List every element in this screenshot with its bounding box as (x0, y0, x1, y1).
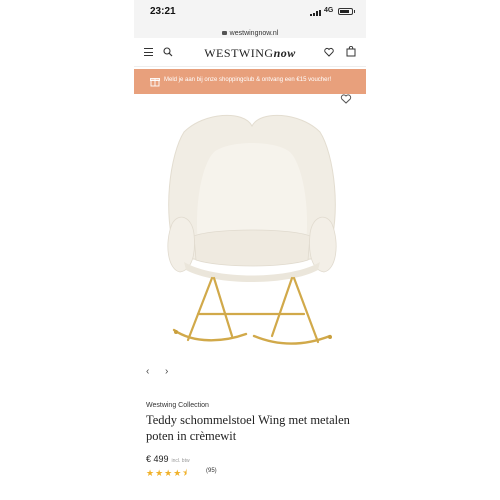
product-price: € 499 incl. btw (146, 454, 190, 464)
lock-icon (221, 31, 227, 35)
brand-name: WESTWING (204, 46, 274, 60)
product-details: Westwing Collection Teddy schommelstoel … (134, 384, 366, 500)
product-image (167, 114, 337, 345)
product-collection[interactable]: Westwing Collection (146, 402, 209, 409)
price-note: incl. btw (171, 458, 190, 464)
promo-banner[interactable]: Meld je aan bij onze shoppingclub & ontv… (134, 69, 366, 94)
price-value: € 499 (146, 454, 169, 464)
url-text: westwingnow.nl (229, 30, 279, 37)
status-time: 23:21 (150, 6, 176, 17)
product-gallery[interactable]: ‹ › (134, 94, 366, 384)
rating-stars[interactable]: ★★★★⯨ (146, 466, 188, 482)
wishlist-heart-icon[interactable] (340, 94, 352, 104)
status-bar: 23:21 4G (134, 0, 366, 22)
chevron-right-icon[interactable]: › (165, 366, 168, 377)
bag-icon[interactable] (346, 46, 356, 57)
gift-icon (150, 78, 160, 87)
chevron-left-icon[interactable]: ‹ (146, 366, 149, 377)
review-count[interactable]: (95) (206, 468, 217, 474)
network-label: 4G (324, 7, 334, 14)
site-header: WESTWINGnow (134, 38, 366, 67)
battery-icon (338, 8, 355, 15)
brand-suffix: now (273, 46, 296, 60)
promo-text: Meld je aan bij onze shoppingclub & ontv… (164, 77, 332, 83)
product-title: Teddy schommelstoel Wing met metalen pot… (146, 413, 350, 443)
phone-screen: 23:21 4G westwingnow.nl WESTWINGnow Meld… (134, 0, 366, 500)
heart-icon[interactable] (324, 47, 334, 57)
signal-icon (310, 10, 322, 16)
browser-url-bar[interactable]: westwingnow.nl (134, 22, 366, 38)
